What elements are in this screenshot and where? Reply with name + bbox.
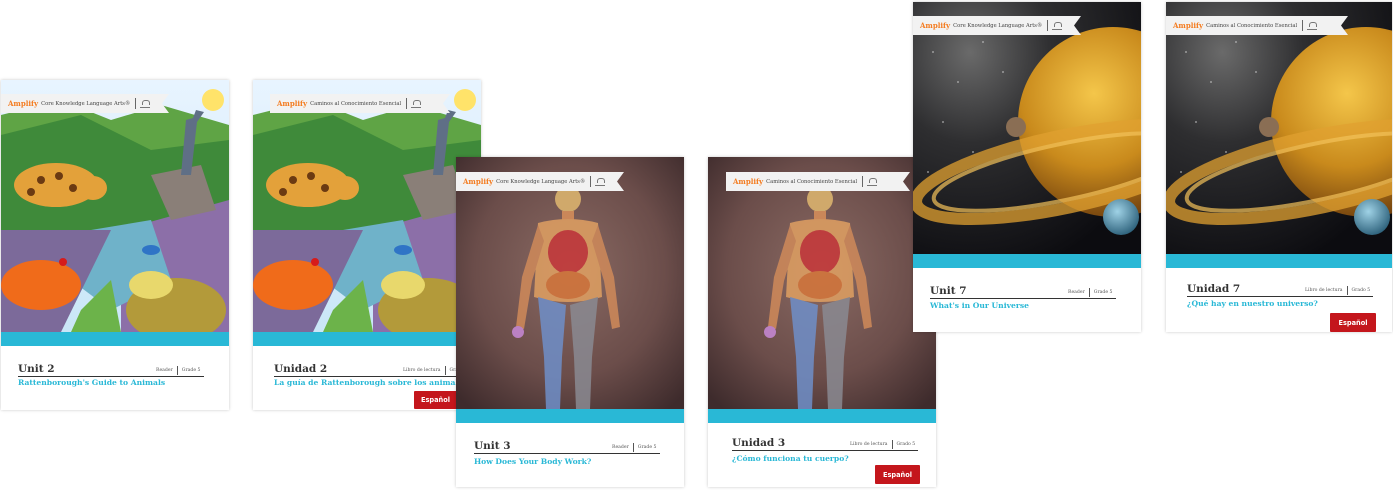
unit-label: Unidad 3 bbox=[732, 437, 786, 449]
brand-logo: Amplify bbox=[463, 177, 494, 186]
book-card[interactable]: Amplify Caminos al Conocimiento Esencial… bbox=[708, 157, 936, 487]
series-name: Core Knowledge Language Arts® bbox=[496, 178, 586, 185]
series-name: Core Knowledge Language Arts® bbox=[41, 100, 131, 107]
core-knowledge-logo-icon bbox=[140, 100, 150, 108]
brand-banner: Amplify Core Knowledge Language Arts® bbox=[913, 16, 1081, 35]
accent-stripe bbox=[456, 409, 684, 423]
unit-label: Unit 7 bbox=[930, 285, 967, 297]
divider bbox=[18, 376, 204, 377]
brand-logo: Amplify bbox=[920, 21, 951, 30]
series-name: Caminos al Conocimiento Esencial bbox=[310, 100, 402, 107]
espanol-badge: Español bbox=[1330, 313, 1376, 332]
book-meta: Reader Grade 5 bbox=[156, 366, 201, 375]
series-name: Core Knowledge Language Arts® bbox=[953, 22, 1043, 29]
series-name: Caminos al Conocimiento Esencial bbox=[1206, 22, 1298, 29]
accent-stripe bbox=[708, 409, 936, 423]
accent-stripe bbox=[913, 254, 1141, 268]
cover-art-animals bbox=[1, 80, 229, 332]
espanol-badge: Español bbox=[875, 465, 920, 484]
core-knowledge-logo-icon bbox=[867, 178, 877, 186]
cover-art-body bbox=[456, 157, 684, 409]
book-title: What's in Our Universe bbox=[930, 301, 1029, 310]
unit-label: Unidad 2 bbox=[274, 363, 328, 375]
cover-art-universe bbox=[913, 2, 1141, 254]
brand-banner: Amplify Caminos al Conocimiento Esencial bbox=[270, 94, 450, 113]
brand-logo: Amplify bbox=[277, 99, 308, 108]
book-title: ¿Cómo funciona tu cuerpo? bbox=[732, 454, 849, 463]
brand-banner: Amplify Caminos al Conocimiento Esencial bbox=[1166, 16, 1348, 35]
brand-banner: Amplify Core Knowledge Language Arts® bbox=[1, 94, 169, 113]
series-name: Caminos al Conocimiento Esencial bbox=[766, 178, 858, 185]
book-meta: Reader Grade 5 bbox=[1068, 288, 1113, 297]
book-card[interactable]: Amplify Core Knowledge Language Arts® Un… bbox=[913, 2, 1141, 332]
accent-stripe bbox=[253, 332, 481, 346]
cover-art-body bbox=[708, 157, 936, 409]
core-knowledge-logo-icon bbox=[1052, 22, 1062, 30]
cover-art-animals bbox=[253, 80, 481, 332]
espanol-badge: Español bbox=[414, 391, 457, 409]
book-card[interactable]: Amplify Caminos al Conocimiento Esencial… bbox=[1166, 2, 1392, 332]
core-knowledge-logo-icon bbox=[595, 178, 605, 186]
book-card[interactable]: Amplify Caminos al Conocimiento Esencial… bbox=[253, 80, 481, 410]
book-meta: Libro de lecturaGrado 5 bbox=[1305, 286, 1371, 295]
divider bbox=[474, 453, 660, 454]
brand-logo: Amplify bbox=[8, 99, 39, 108]
unit-label: Unidad 7 bbox=[1187, 283, 1241, 295]
book-title: La guía de Rattenborough sobre los anima… bbox=[274, 378, 468, 387]
divider bbox=[732, 450, 918, 451]
book-card[interactable]: Amplify Core Knowledge Language Arts® Un… bbox=[456, 157, 684, 487]
brand-banner: Amplify Caminos al Conocimiento Esencial bbox=[726, 172, 910, 191]
brand-logo: Amplify bbox=[1173, 21, 1204, 30]
unit-label: Unit 2 bbox=[18, 363, 55, 375]
divider bbox=[1187, 296, 1373, 297]
book-meta: Libro de lecturaGrado 5 bbox=[850, 440, 916, 449]
core-knowledge-logo-icon bbox=[1307, 22, 1317, 30]
book-meta: Reader Grade 5 bbox=[612, 443, 657, 452]
core-knowledge-logo-icon bbox=[411, 100, 421, 108]
unit-label: Unit 3 bbox=[474, 440, 511, 452]
cover-art-universe bbox=[1166, 2, 1392, 254]
book-title: ¿Qué hay en nuestro universo? bbox=[1187, 299, 1318, 308]
book-title: Rattenborough's Guide to Animals bbox=[18, 378, 166, 387]
accent-stripe bbox=[1, 332, 229, 346]
brand-banner: Amplify Core Knowledge Language Arts® bbox=[456, 172, 624, 191]
book-title: How Does Your Body Work? bbox=[474, 457, 592, 466]
divider bbox=[274, 376, 460, 377]
divider bbox=[930, 298, 1116, 299]
brand-logo: Amplify bbox=[733, 177, 764, 186]
accent-stripe bbox=[1166, 254, 1392, 268]
book-card[interactable]: Amplify Core Knowledge Language Arts® Un… bbox=[1, 80, 229, 410]
